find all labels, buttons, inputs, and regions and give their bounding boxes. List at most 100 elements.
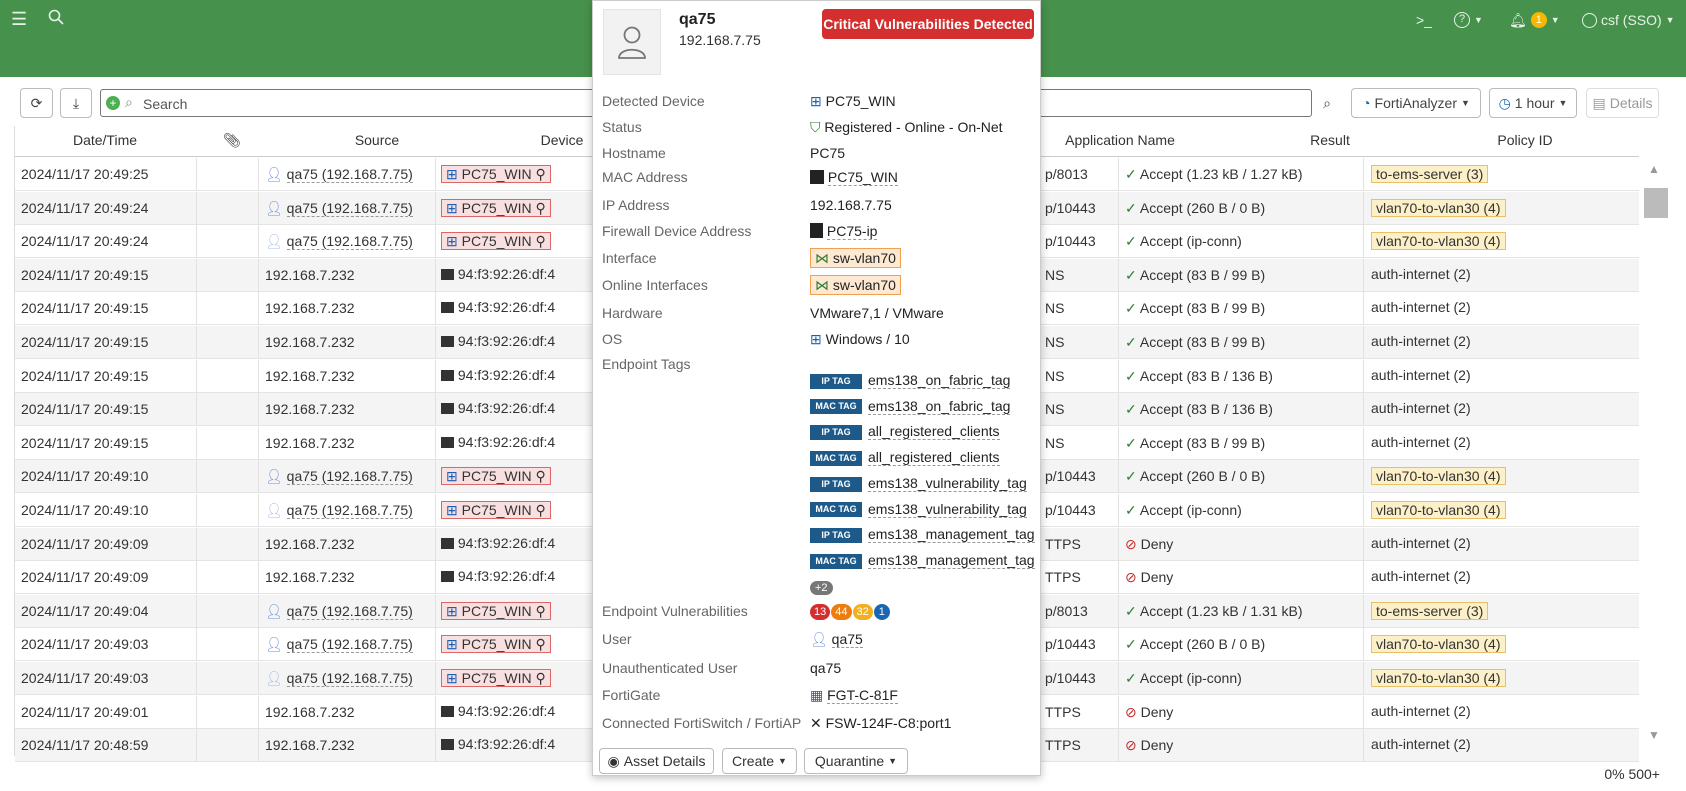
- device-tag[interactable]: ⊞ PC75_WIN ⚲: [441, 232, 551, 251]
- download-button[interactable]: ⤓: [60, 88, 92, 118]
- device-tag[interactable]: ⊞ PC75_WIN ⚲: [441, 501, 551, 519]
- device-tag[interactable]: ⊞ PC75_WIN ⚲: [441, 635, 551, 654]
- vulnerability-count-badge[interactable]: 32: [852, 604, 873, 620]
- policy-text: auth-internet (2): [1371, 333, 1471, 349]
- table-scrollbar[interactable]: ▲ ▼: [1640, 160, 1670, 756]
- endpoint-tag[interactable]: IP TAG ems138_on_fabric_tag: [810, 372, 1011, 389]
- policy-cell: to-ems-server (3): [1371, 601, 1631, 620]
- source-text: qa75 (192.168.7.75): [286, 199, 413, 217]
- device-tag[interactable]: ⊞ PC75_WIN ⚲: [441, 669, 551, 687]
- vulnerability-counts[interactable]: 13 44 32 1: [810, 602, 891, 620]
- column-header-result[interactable]: Result: [1245, 132, 1415, 148]
- tag-type-badge: MAC TAG: [810, 399, 862, 415]
- help-menu[interactable]: ? ▼: [1454, 10, 1483, 30]
- vulnerability-count-badge[interactable]: 13: [810, 604, 831, 620]
- attachment-icon[interactable]: 📎︎: [222, 132, 242, 149]
- device-tag[interactable]: ⊞ PC75_WIN ⚲: [441, 198, 551, 217]
- column-header-policy[interactable]: Policy ID: [1415, 132, 1635, 148]
- source-cell: 192.168.7.232: [265, 435, 435, 451]
- endpoint-tag[interactable]: IP TAG all_registered_clients: [810, 423, 1000, 441]
- device-name: PC75_WIN: [461, 502, 532, 518]
- quarantine-dropdown-button[interactable]: Quarantine ▼: [804, 748, 908, 774]
- detected-device-value[interactable]: ⊞ PC75_WIN: [810, 93, 896, 110]
- column-header-source[interactable]: Source: [277, 132, 477, 148]
- column-divider: [258, 225, 259, 259]
- more-tags-badge[interactable]: +2: [810, 578, 833, 595]
- critical-vulnerabilities-badge[interactable]: Critical Vulnerabilities Detected: [822, 9, 1034, 39]
- scrollbar-thumb[interactable]: [1644, 188, 1668, 218]
- column-divider: [196, 258, 197, 292]
- column-divider: [1363, 225, 1364, 259]
- application-cell: NS: [1045, 434, 1065, 451]
- mac-address-text: PC75_WIN: [827, 169, 898, 186]
- firewall-address-value[interactable]: PC75-ip: [810, 223, 878, 240]
- windows-icon: ⊞: [810, 331, 822, 347]
- create-dropdown-button[interactable]: Create ▼: [722, 748, 797, 774]
- policy-text: auth-internet (2): [1371, 299, 1471, 316]
- column-divider: [258, 359, 259, 393]
- policy-tag[interactable]: vlan70-to-vlan30 (4): [1371, 501, 1506, 519]
- interface-value[interactable]: ⋈ sw-vlan70: [810, 248, 901, 268]
- tag-type-badge: MAC TAG: [810, 450, 862, 466]
- asset-details-button[interactable]: ◉ Asset Details: [599, 748, 714, 774]
- policy-tag[interactable]: vlan70-to-vlan30 (4): [1371, 669, 1506, 687]
- result-text: Accept (1.23 kB / 1.31 kB): [1139, 602, 1303, 619]
- cli-console-button[interactable]: >_: [1416, 10, 1432, 30]
- policy-tag[interactable]: vlan70-to-vlan30 (4): [1371, 635, 1506, 654]
- endpoint-tag[interactable]: MAC TAG all_registered_clients: [810, 449, 1000, 467]
- accept-check-icon: ✓: [1125, 367, 1137, 384]
- mac-address-value[interactable]: PC75_WIN: [810, 169, 898, 186]
- result-cell: ✓ Accept (83 B / 136 B): [1125, 401, 1355, 418]
- device-chip-icon: [441, 336, 454, 347]
- create-label: Create: [732, 753, 775, 769]
- result-cell: ✓ Accept (260 B / 0 B): [1125, 200, 1355, 217]
- endpoint-tag[interactable]: IP TAG ems138_management_tag: [810, 526, 1035, 544]
- column-header-datetime[interactable]: Date/Time: [15, 132, 195, 148]
- user-value[interactable]: 👤︎ qa75: [810, 631, 863, 648]
- policy-tag[interactable]: vlan70-to-vlan30 (4): [1371, 467, 1506, 486]
- source-text: 192.168.7.232: [265, 300, 355, 317]
- policy-tag[interactable]: vlan70-to-vlan30 (4): [1371, 198, 1506, 217]
- add-filter-icon[interactable]: +: [106, 96, 120, 110]
- endpoint-tag[interactable]: MAC TAG ems138_vulnerability_tag: [810, 500, 1027, 518]
- chevron-down-icon: ▼: [1558, 98, 1568, 108]
- policy-tag[interactable]: to-ems-server (3): [1371, 165, 1489, 183]
- endpoint-tag[interactable]: IP TAG ems138_vulnerability_tag: [810, 474, 1027, 492]
- device-tag[interactable]: ⊞ PC75_WIN ⚲: [441, 165, 551, 183]
- vulnerability-count-badge[interactable]: 1: [873, 604, 890, 620]
- windows-icon: ⊞: [810, 93, 822, 109]
- scroll-down-arrow-icon[interactable]: ▼: [1648, 728, 1660, 742]
- fortigate-value[interactable]: ▦ FGT-C-81F: [810, 687, 898, 704]
- refresh-button[interactable]: ⟳: [20, 88, 53, 118]
- endpoint-tag[interactable]: MAC TAG ems138_management_tag: [810, 551, 1035, 569]
- endpoint-tag[interactable]: MAC TAG ems138_on_fabric_tag: [810, 397, 1011, 415]
- hamburger-menu-icon[interactable]: ☰: [11, 9, 27, 30]
- device-tag[interactable]: ⊞ PC75_WIN ⚲: [441, 467, 551, 486]
- notifications-menu[interactable]: 🔔︎ 1 ▼: [1509, 10, 1560, 30]
- application-cell: p/8013: [1045, 602, 1088, 619]
- device-tag[interactable]: ⊞ PC75_WIN ⚲: [441, 601, 551, 620]
- device-name: PC75_WIN: [461, 602, 532, 619]
- search-icon[interactable]: [48, 9, 64, 30]
- user-menu-label: csf (SSO): [1601, 12, 1662, 28]
- search-icon: ⌕: [125, 94, 133, 110]
- column-divider: [196, 662, 197, 695]
- policy-cell: auth-internet (2): [1371, 367, 1631, 383]
- user-menu[interactable]: csf (SSO) ▼: [1582, 10, 1675, 30]
- online-interfaces-value[interactable]: ⋈ sw-vlan70: [810, 275, 901, 295]
- scroll-up-arrow-icon[interactable]: ▲: [1648, 162, 1660, 176]
- chevron-down-icon: ▼: [778, 756, 787, 766]
- policy-text: auth-internet (2): [1371, 702, 1471, 719]
- result-text: Accept (83 B / 99 B): [1139, 300, 1266, 317]
- vulnerability-count-badge[interactable]: 44: [831, 604, 852, 620]
- time-range-dropdown[interactable]: ◷ 1 hour ▼: [1489, 88, 1577, 118]
- column-divider: [196, 628, 197, 662]
- column-header-application[interactable]: Application Name: [1040, 132, 1200, 148]
- chevron-down-icon: ▼: [1550, 15, 1560, 25]
- deny-icon: ⊘: [1125, 569, 1137, 586]
- policy-tag[interactable]: vlan70-to-vlan30 (4): [1371, 232, 1506, 251]
- policy-tag[interactable]: to-ems-server (3): [1371, 601, 1489, 620]
- details-button[interactable]: ▤ Details: [1586, 88, 1659, 118]
- search-submit-button[interactable]: ⌕: [1312, 88, 1342, 118]
- log-source-dropdown[interactable]: ◔ FortiAnalyzer ▼: [1351, 88, 1481, 118]
